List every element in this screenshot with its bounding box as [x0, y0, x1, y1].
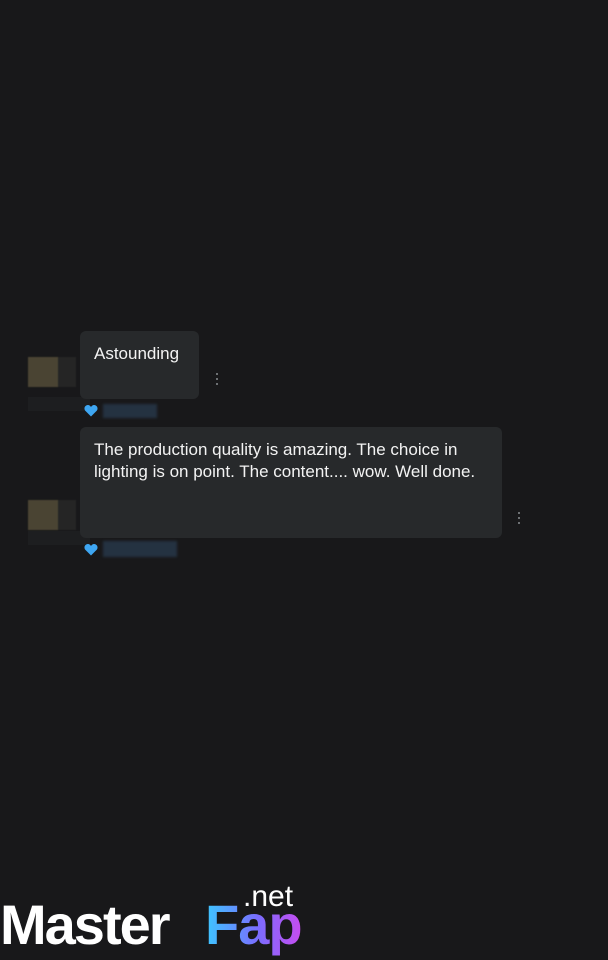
more-options-icon[interactable]	[517, 511, 521, 525]
watermark-logo: Master Fap .net	[0, 880, 310, 960]
logo-text-net: .net	[243, 880, 294, 913]
comment-text: The production quality is amazing. The c…	[94, 440, 476, 481]
avatar[interactable]	[28, 500, 76, 530]
comment-text: Astounding	[94, 344, 180, 363]
comment-bubble: The production quality is amazing. The c…	[80, 427, 502, 538]
heart-icon[interactable]	[84, 543, 98, 556]
logo-text-master: Master	[0, 893, 171, 956]
heart-icon[interactable]	[84, 404, 98, 417]
username-redacted	[103, 541, 177, 557]
more-options-icon[interactable]	[215, 372, 219, 386]
avatar-shadow	[28, 397, 90, 411]
username-redacted	[103, 404, 157, 418]
comment-bubble: Astounding	[80, 331, 199, 399]
avatar[interactable]	[28, 357, 76, 387]
